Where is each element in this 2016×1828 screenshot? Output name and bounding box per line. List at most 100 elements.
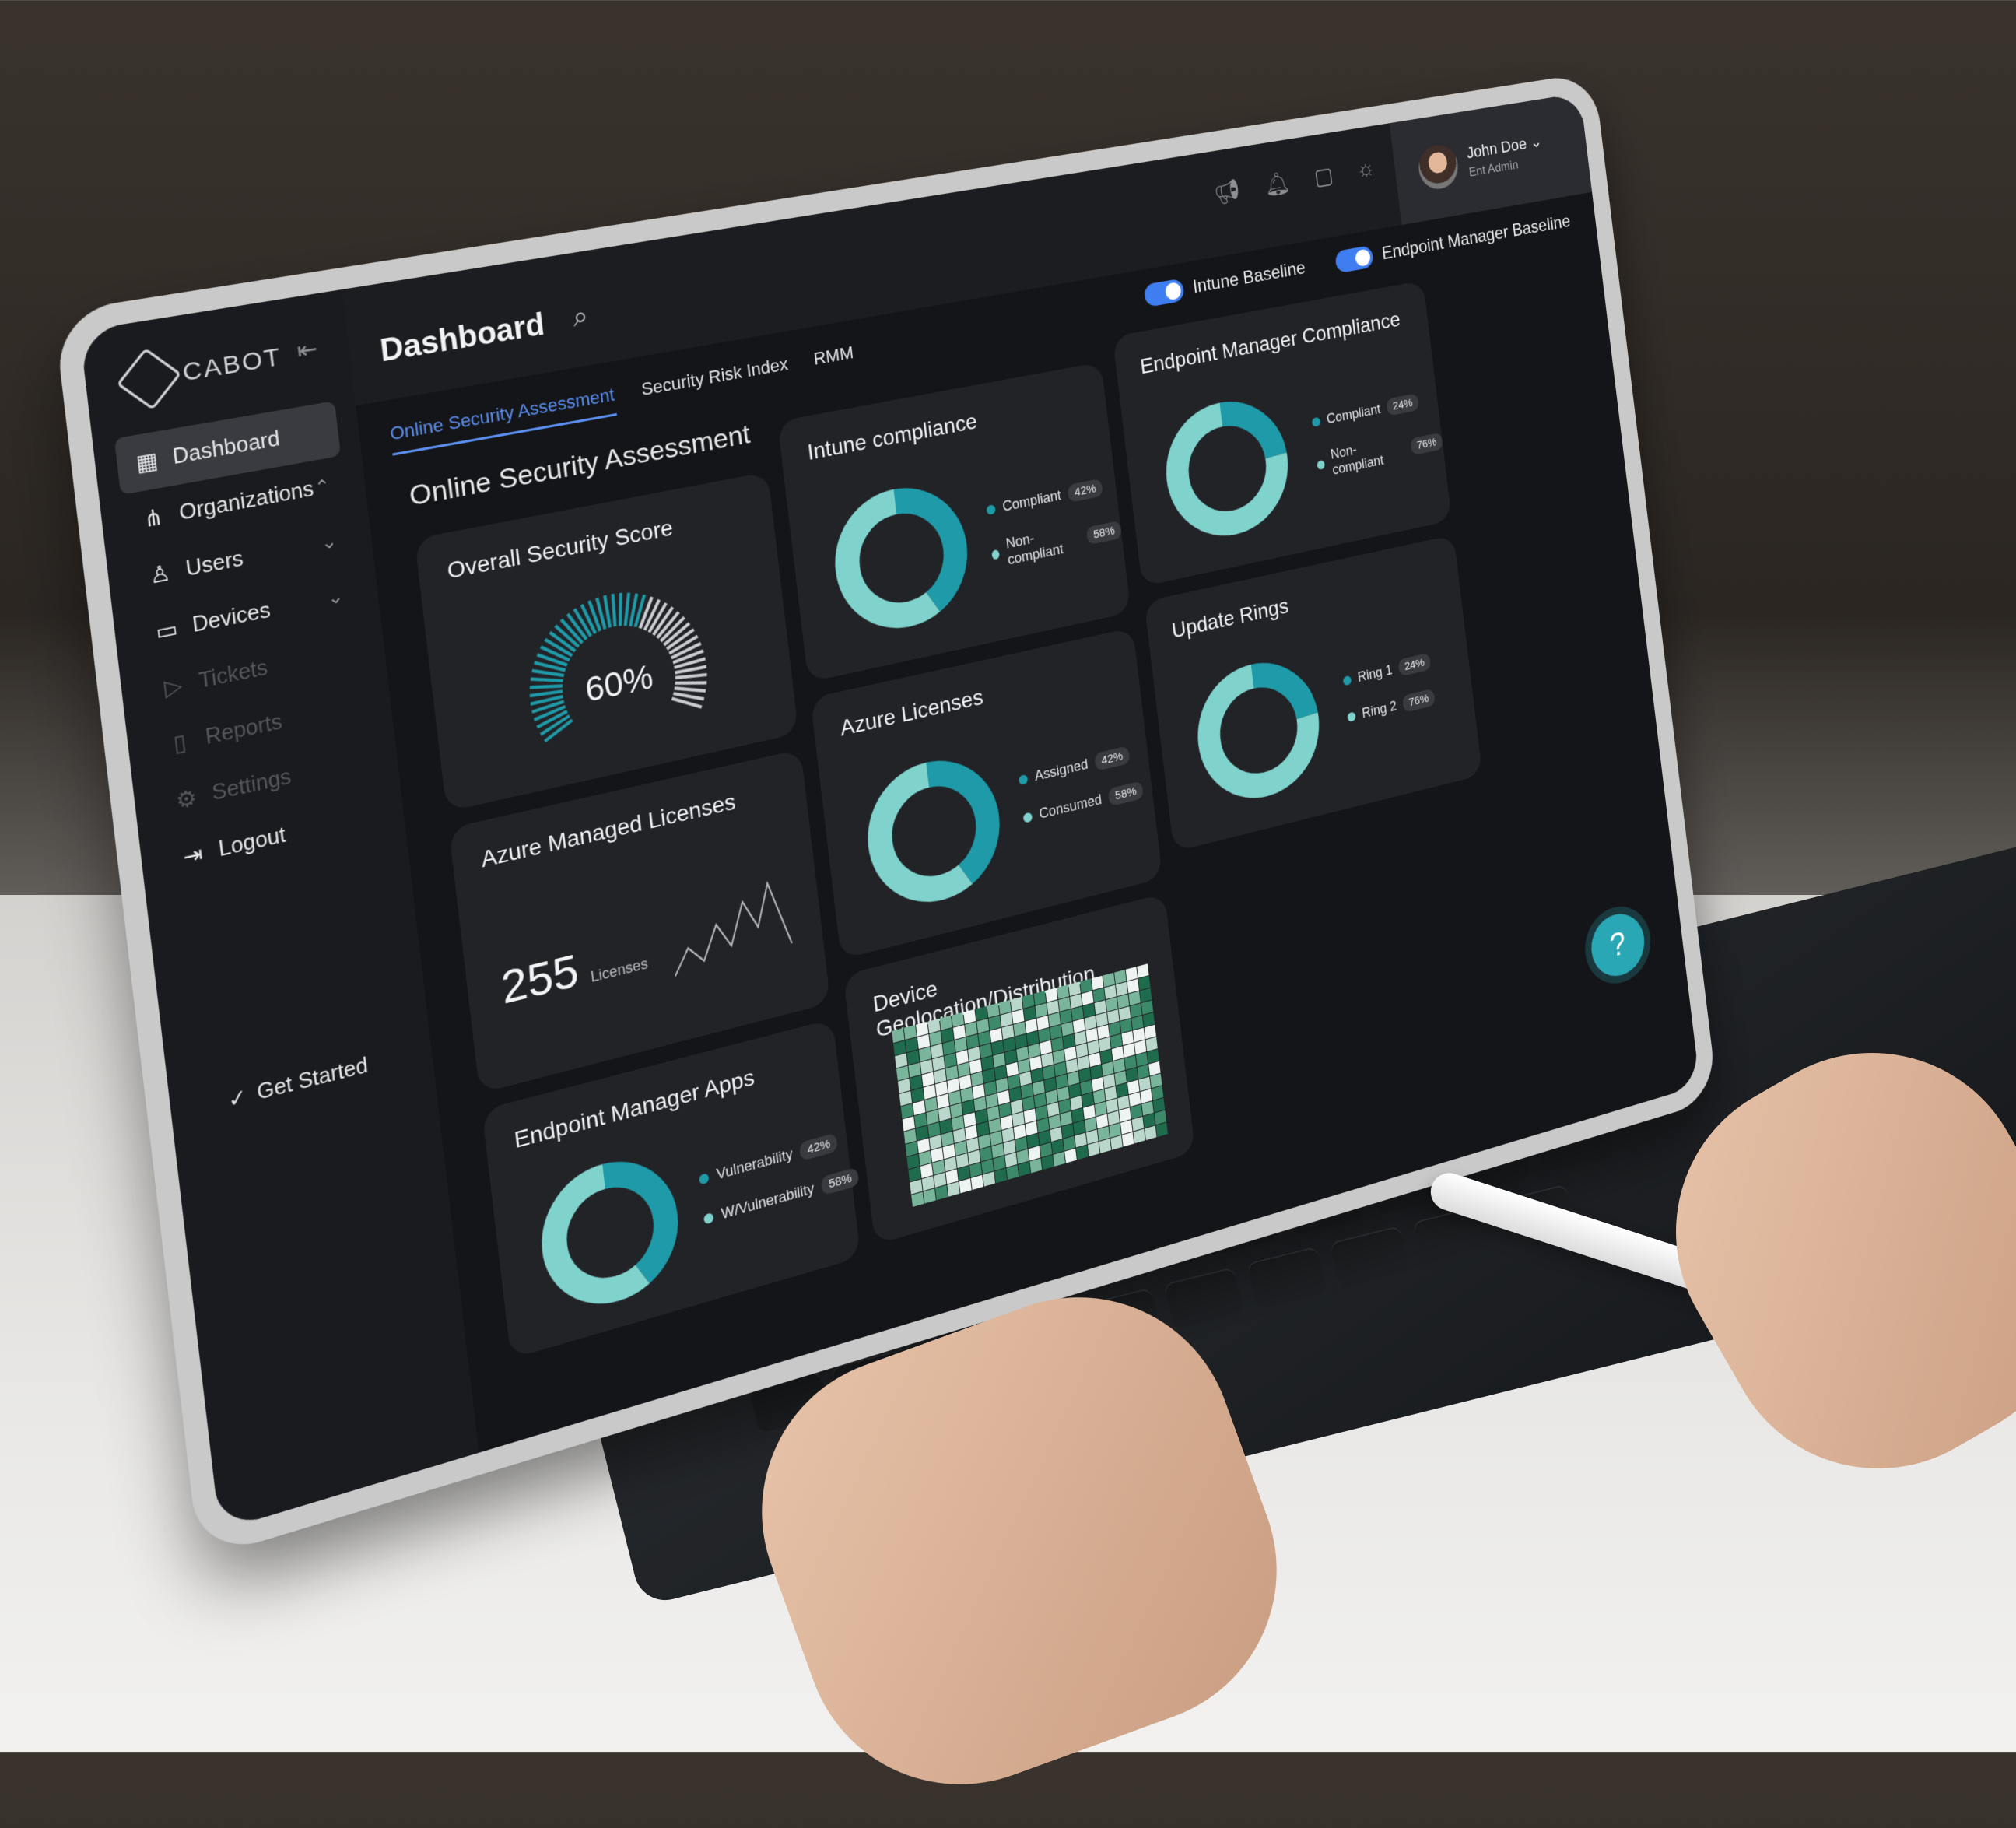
heatmap-cell — [1073, 1120, 1085, 1135]
sidebar-item-label: Logout — [217, 822, 287, 861]
toggle-switch[interactable] — [1334, 244, 1375, 274]
megaphone-icon[interactable]: 📢︎ — [1213, 177, 1242, 208]
heatmap-cell — [932, 1160, 945, 1175]
heatmap-cell — [991, 1143, 1004, 1159]
heatmap-cell — [1043, 1065, 1055, 1080]
heatmap-cell — [966, 1137, 980, 1153]
legend-item: Non-compliant 76% — [1316, 425, 1444, 481]
heatmap-cell — [1085, 1117, 1097, 1132]
heatmap-cell — [941, 1028, 954, 1043]
heatmap-cell — [952, 1128, 966, 1143]
bell-icon[interactable]: 🔔︎ — [1263, 169, 1292, 199]
heatmap-cell — [1091, 975, 1104, 991]
heatmap-cell — [970, 1174, 983, 1190]
tab-online-security-assessment[interactable]: Online Security Assessment — [388, 384, 617, 456]
heatmap-cell — [1040, 1040, 1052, 1055]
help-button[interactable]: ? — [1587, 907, 1648, 983]
user-menu[interactable]: John Doe ⌄ Ent Admin — [1389, 93, 1593, 226]
heatmap-cell — [972, 1084, 985, 1100]
heatmap-cell — [1074, 1030, 1087, 1046]
heatmap-cell — [988, 1015, 1001, 1030]
heatmap-cell — [1004, 1049, 1018, 1065]
search-icon[interactable]: ⌕ — [571, 300, 590, 334]
heatmap-cell — [935, 1184, 948, 1201]
update-rings-donut-chart — [1181, 640, 1335, 823]
heatmap-cell — [911, 1191, 924, 1207]
heatmap-cell — [1104, 1086, 1117, 1101]
heatmap-cell — [1114, 1070, 1127, 1086]
heatmap-cell — [954, 1140, 967, 1156]
heatmap-cell — [970, 1072, 983, 1087]
heatmap-cell — [1107, 1110, 1120, 1126]
heatmap-cell — [1090, 1065, 1103, 1079]
heatmap-cell — [976, 1121, 990, 1137]
chat-icon[interactable]: ▢ — [1313, 162, 1334, 191]
heatmap-cell — [1040, 1142, 1053, 1158]
heatmap-cell — [1060, 1111, 1073, 1126]
heatmap-cell — [1057, 1086, 1070, 1102]
heatmap-cell — [988, 1118, 1001, 1134]
heatmap-cell — [1099, 1139, 1112, 1153]
sidebar-item-label: Users — [184, 546, 245, 581]
heatmap-cell — [906, 1154, 920, 1170]
avatar — [1416, 142, 1460, 192]
chevron-down-icon[interactable]: ⌄ — [326, 585, 345, 610]
heatmap-cell — [1080, 1080, 1092, 1095]
legend-badge: 42% — [799, 1132, 839, 1162]
heatmap-cell — [1018, 1161, 1031, 1177]
sun-icon[interactable]: ☼ — [1355, 156, 1376, 184]
heatmap-cell — [911, 1087, 924, 1103]
heatmap-cell — [1008, 1074, 1020, 1089]
heatmap-cell — [966, 1033, 980, 1049]
heatmap-cell — [998, 1102, 1012, 1118]
legend-dot — [1342, 675, 1352, 686]
heatmap-cell — [942, 1144, 955, 1160]
top-icons: 📢︎ 🔔︎ ▢ ☼ — [1213, 156, 1376, 208]
heatmap-cell — [1076, 1145, 1089, 1160]
license-count-value: 255 — [498, 943, 581, 1014]
heatmap-cell — [924, 1096, 938, 1112]
heatmap-cell — [1070, 1096, 1083, 1110]
heatmap-cell — [1147, 1049, 1159, 1064]
heatmap-cell — [955, 1153, 969, 1169]
intune-legend: Compliant 42% Non-compliant 58% — [986, 475, 1123, 571]
heatmap-cell — [1092, 988, 1106, 1002]
heatmap-cell — [1008, 1086, 1022, 1102]
chevron-down-icon[interactable]: ⌄ — [320, 530, 338, 555]
heatmap-cell — [1018, 1058, 1031, 1074]
brand-logo[interactable]: CABOT — [116, 335, 284, 411]
heatmap-cell — [1130, 1104, 1143, 1119]
heatmap-cell — [1104, 984, 1117, 1000]
toggle-switch[interactable] — [1143, 278, 1185, 308]
tab-rmm[interactable]: RMM — [812, 342, 856, 380]
heatmap-cell — [1025, 1018, 1038, 1033]
heatmap-cell — [1004, 1152, 1018, 1167]
azure-licenses-legend: Assigned 42% Consumed 58% — [1018, 743, 1145, 826]
legend-label: Ring 2 — [1361, 698, 1397, 721]
heatmap-cell — [1120, 1119, 1133, 1135]
heatmap-cell — [1150, 1073, 1162, 1089]
heatmap-cell — [1051, 1139, 1064, 1154]
heatmap-cell — [918, 1047, 932, 1062]
chevron-up-icon[interactable]: ⌃ — [314, 475, 332, 500]
heatmap-cell — [1087, 1142, 1100, 1157]
collapse-menu-icon[interactable]: ⇤ — [296, 335, 319, 366]
gauge-value: 60% — [584, 658, 655, 710]
heatmap-cell — [944, 1053, 957, 1068]
heatmap-cell — [1096, 1012, 1108, 1027]
get-started-link[interactable]: ✓ Get Started — [226, 1054, 369, 1114]
heatmap-cell — [1133, 1027, 1145, 1043]
legend-label: Ring 1 — [1356, 661, 1394, 685]
heatmap-cell — [926, 1109, 939, 1125]
heatmap-cell — [980, 1043, 993, 1058]
endpoint-compliance-legend: Compliant 24% Non-compliant 76% — [1311, 389, 1444, 481]
license-count-unit: Licenses — [589, 955, 649, 986]
heatmap-cell — [947, 1181, 960, 1197]
sidebar-item-label: Reports — [204, 709, 284, 749]
heatmap-cell — [1107, 1009, 1120, 1024]
legend-label: Consumed — [1038, 791, 1103, 822]
heatmap-cell — [906, 1050, 920, 1065]
heatmap-cell — [963, 1112, 976, 1128]
tab-security-risk-index[interactable]: Security Risk Index — [640, 354, 791, 411]
heatmap-cell — [945, 1065, 959, 1081]
